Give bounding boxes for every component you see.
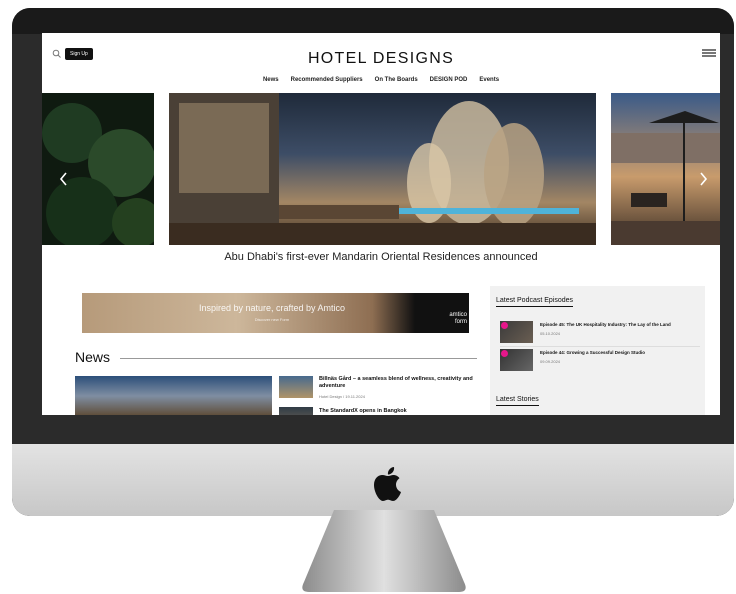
news-item-title[interactable]: The StandardX opens in Bangkok xyxy=(319,408,479,415)
browser-screen: Sign Up HOTEL DESIGNS News Recommended S… xyxy=(42,33,720,415)
podcast-episode-title[interactable]: Episode 45: The UK Hospitality Industry:… xyxy=(540,322,700,327)
forest-image xyxy=(42,103,154,245)
monitor-bezel xyxy=(12,8,734,34)
news-featured-image[interactable] xyxy=(75,376,272,415)
podcast-episode-title[interactable]: Episode 44: Growing a Successful Design … xyxy=(540,350,700,355)
news-heading: News xyxy=(75,349,111,365)
main-nav: News Recommended Suppliers On The Boards… xyxy=(42,77,720,83)
ad-brand-line2: form xyxy=(455,319,467,325)
imac-stand xyxy=(302,510,466,592)
carousel-slide-prev[interactable] xyxy=(42,93,154,245)
podcast-thumbnail[interactable] xyxy=(500,349,533,371)
rooftop-image xyxy=(611,111,720,245)
menu-icon[interactable] xyxy=(702,49,716,57)
chevron-right-icon[interactable] xyxy=(697,172,709,186)
carousel-headline[interactable]: Abu Dhabi's first-ever Mandarin Oriental… xyxy=(42,251,720,263)
ad-banner[interactable]: Inspired by nature, crafted by Amtico Di… xyxy=(82,293,469,333)
news-divider xyxy=(120,358,477,359)
nav-item-on-the-boards[interactable]: On The Boards xyxy=(375,77,418,83)
podcast-badge-icon xyxy=(501,350,508,357)
ad-subtext: Discover new Form xyxy=(254,317,290,322)
stories-heading: Latest Stories xyxy=(496,396,539,406)
nav-item-design-pod[interactable]: DESIGN POD xyxy=(430,77,468,83)
apple-logo-icon xyxy=(374,467,401,501)
podcast-thumbnail[interactable] xyxy=(500,321,533,343)
ad-brand-logo: amtico form xyxy=(429,312,467,326)
nav-item-news[interactable]: News xyxy=(263,77,279,83)
site-logo[interactable]: HOTEL DESIGNS xyxy=(42,50,720,68)
podcast-divider xyxy=(500,346,700,347)
carousel-slide-active[interactable] xyxy=(169,93,596,245)
news-thumbnail[interactable] xyxy=(279,376,313,398)
ad-text: Inspired by nature, crafted by Amtico xyxy=(198,303,346,313)
sidebar: Latest Podcast Episodes Episode 45: The … xyxy=(490,286,705,415)
news-item-meta: Hotel Design / 19.11.2024 xyxy=(319,394,365,399)
nav-item-events[interactable]: Events xyxy=(479,77,499,83)
chevron-left-icon[interactable] xyxy=(58,172,70,186)
news-item-title[interactable]: Billnäs Gård – a seamless blend of welln… xyxy=(319,376,479,390)
nav-item-recommended-suppliers[interactable]: Recommended Suppliers xyxy=(291,77,363,83)
podcast-badge-icon xyxy=(501,322,508,329)
carousel-slide-next[interactable] xyxy=(611,93,720,245)
podcast-episode-date: 09.09.2024 xyxy=(540,359,561,364)
ad-brand-line1: amtico xyxy=(449,312,467,318)
podcast-heading: Latest Podcast Episodes xyxy=(496,297,574,307)
news-thumbnail[interactable] xyxy=(279,407,313,415)
residences-render-image xyxy=(169,93,596,245)
podcast-episode-date: 05.10.2024 xyxy=(540,331,561,336)
